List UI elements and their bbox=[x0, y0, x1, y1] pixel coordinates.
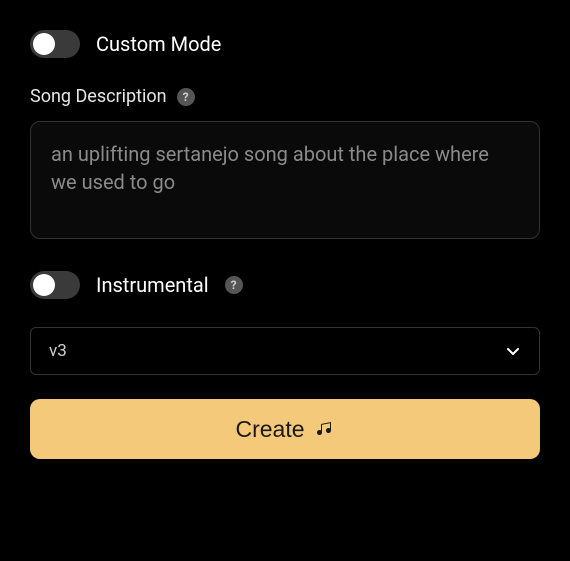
help-icon[interactable]: ? bbox=[225, 276, 243, 294]
chevron-down-icon bbox=[505, 343, 521, 359]
song-description-wrap bbox=[30, 121, 540, 243]
instrumental-toggle[interactable] bbox=[30, 271, 80, 299]
toggle-handle bbox=[33, 274, 55, 296]
song-description-header: Song Description ? bbox=[30, 86, 540, 107]
custom-mode-label: Custom Mode bbox=[96, 32, 221, 56]
song-description-label: Song Description bbox=[30, 86, 167, 107]
instrumental-label: Instrumental bbox=[96, 273, 209, 297]
toggle-handle bbox=[33, 33, 55, 55]
custom-mode-toggle[interactable] bbox=[30, 30, 80, 58]
version-selected-text: v3 bbox=[49, 341, 67, 361]
instrumental-row: Instrumental ? bbox=[30, 271, 540, 299]
version-select[interactable]: v3 bbox=[30, 327, 540, 375]
custom-mode-row: Custom Mode bbox=[30, 30, 540, 58]
music-icon bbox=[315, 419, 335, 439]
song-description-input[interactable] bbox=[30, 121, 540, 239]
help-icon[interactable]: ? bbox=[177, 88, 195, 106]
create-button-label: Create bbox=[235, 416, 304, 443]
create-button[interactable]: Create bbox=[30, 399, 540, 459]
